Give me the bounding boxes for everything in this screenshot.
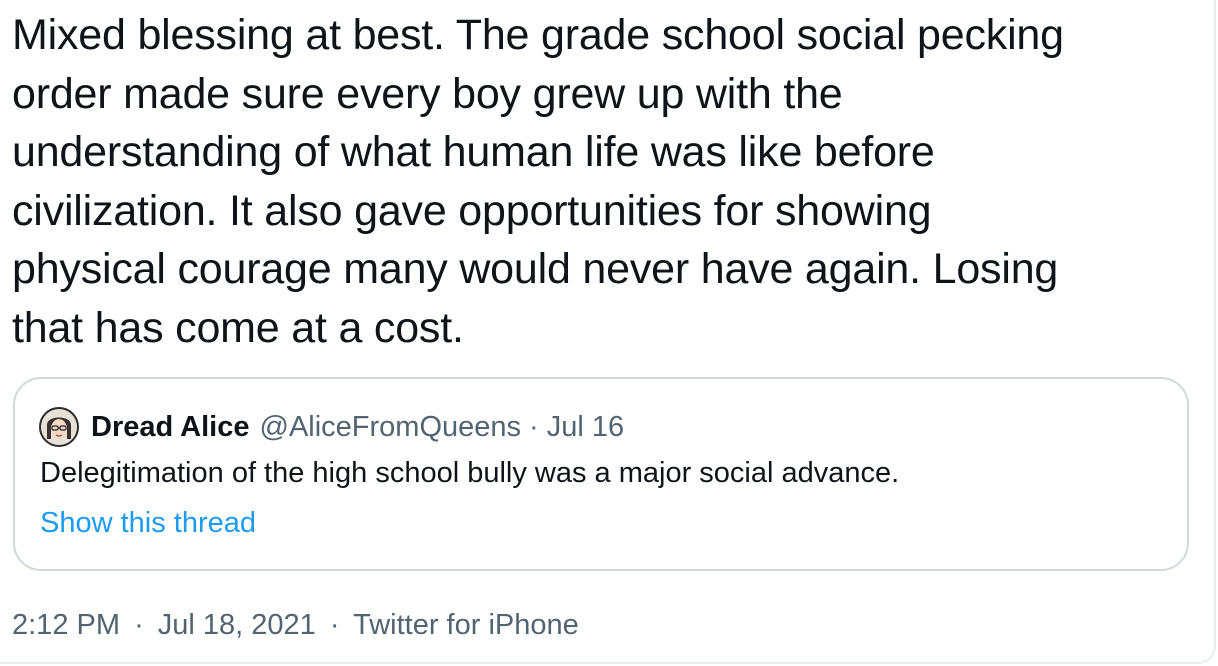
separator-dot: · xyxy=(329,609,340,641)
quoted-date[interactable]: Jul 16 xyxy=(547,411,624,444)
tweet-card: Mixed blessing at best. The grade school… xyxy=(0,0,1216,664)
profile-avatar-icon xyxy=(41,409,77,445)
quoted-handle[interactable]: @AliceFromQueens xyxy=(260,411,522,444)
tweet-text-line: order made sure every boy grew up with t… xyxy=(12,69,843,118)
separator-dot: · xyxy=(529,410,539,443)
tweet-text-line: civilization. It also gave opportunities… xyxy=(12,186,932,235)
tweet-metadata: 2:12 PM · Jul 18, 2021 · Twitter for iPh… xyxy=(12,609,579,642)
quoted-tweet-header: Dread Alice @AliceFromQueens · Jul 16 xyxy=(39,407,624,447)
tweet-time[interactable]: 2:12 PM xyxy=(12,609,120,641)
tweet-text: Mixed blessing at best. The grade school… xyxy=(12,6,1202,358)
quoted-tweet-text: Delegitimation of the high school bully … xyxy=(40,457,900,489)
tweet-source[interactable]: Twitter for iPhone xyxy=(353,609,579,641)
show-thread-link[interactable]: Show this thread xyxy=(40,507,256,540)
separator-dot: · xyxy=(134,609,144,641)
quoted-tweet-card[interactable]: Dread Alice @AliceFromQueens · Jul 16 De… xyxy=(13,377,1189,571)
tweet-text-line: physical courage many would never have a… xyxy=(12,245,1059,294)
tweet-date[interactable]: Jul 18, 2021 xyxy=(158,609,316,641)
tweet-text-line: that has come at a cost. xyxy=(12,303,464,352)
avatar[interactable] xyxy=(39,407,79,447)
tweet-text-line: understanding of what human life was lik… xyxy=(12,128,935,177)
tweet-text-line: Mixed blessing at best. The grade school… xyxy=(12,11,1064,59)
quoted-display-name[interactable]: Dread Alice xyxy=(91,411,250,444)
